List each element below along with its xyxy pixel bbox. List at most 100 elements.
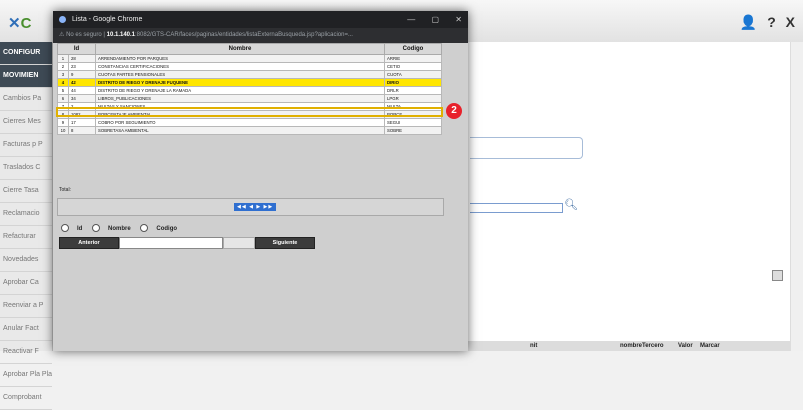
nav-item[interactable]: Cierres Mes (0, 111, 52, 134)
nav-item[interactable]: MOVIMIEN (0, 65, 52, 88)
cell-codigo: SEGUI (384, 118, 442, 127)
maximize-button[interactable]: ▢ (432, 15, 440, 24)
table-row[interactable]: 1 28 ARRENDAMIENTO POR PARQUES ARRIE (57, 54, 442, 63)
cell-nombre: LIBROS_PUBLICACIONES (95, 94, 385, 103)
nav-item[interactable]: Novedades (0, 249, 52, 272)
warning-icon: ⚠ (59, 32, 65, 38)
table-row-selected[interactable]: 4 42 DISTRITO DE RIEGO Y DRENAJE FUQUENE… (57, 78, 442, 87)
scrollbar[interactable] (790, 42, 803, 351)
search-icon[interactable]: 🔍︎ (564, 198, 578, 211)
lookup-table: Id Nombre Codigo 1 28 ARRENDAMIENTO POR … (57, 43, 442, 135)
nav-item[interactable]: CONFIGUR (0, 42, 52, 65)
search-input-secondary[interactable] (223, 237, 255, 249)
cell-nombre: ARRENDAMIENTO POR PARQUES (95, 54, 385, 63)
cell-nombre: SOBRETASA AMBIENTAL (95, 126, 385, 135)
column-header-codigo[interactable]: Codigo (384, 43, 442, 55)
nav-item[interactable]: Reenviar a P (0, 295, 52, 318)
text-area-field[interactable] (470, 137, 583, 159)
lookup-input[interactable] (470, 203, 563, 213)
table-row[interactable]: 9 17 COBRO POR SEGUIMIENTO SEGUI (57, 118, 442, 127)
total-label: Total: (59, 187, 71, 193)
row-number: 7 (57, 102, 69, 111)
search-input[interactable] (119, 237, 223, 249)
cell-codigo: LPGR (384, 94, 442, 103)
column-header-nombre[interactable]: Nombre (95, 43, 385, 55)
cell-id: 28 (68, 54, 96, 63)
results-table-header: nit nombreTercero Valor Marcar (460, 341, 790, 351)
cell-id: 42 (68, 78, 96, 87)
help-icon[interactable]: ? (767, 14, 776, 30)
nav-item[interactable]: Comprobant (0, 387, 52, 410)
table-row[interactable]: 2 23 CONSTANCIAS CERTIFICACIONES CETIO (57, 62, 442, 71)
nav-item[interactable]: Aprobar Pla Plano (0, 364, 52, 387)
window-controls: — ▢ ✕ (393, 11, 462, 28)
cell-id: 23 (68, 62, 96, 71)
cell-id: 9 (68, 70, 96, 79)
cell-nombre: COBRO POR SEGUIMIENTO (95, 118, 385, 127)
cell-id: 34 (68, 94, 96, 103)
cell-codigo: ARRIE (384, 54, 442, 63)
next-button[interactable]: Siguiente (255, 237, 315, 249)
url-host: 10.1.140.1 (106, 32, 136, 38)
row-number: 10 (57, 126, 69, 135)
radio-circle-icon (140, 224, 149, 232)
close-icon[interactable]: X (786, 14, 795, 30)
popup-titlebar[interactable]: Lista - Google Chrome — ▢ ✕ (53, 11, 468, 28)
table-row[interactable]: 5 44 DISTRITO DE RIEGO Y DRENAJE LA RAMA… (57, 86, 442, 95)
nav-item[interactable]: Refacturar (0, 226, 52, 249)
column-header-marcar: Marcar (700, 343, 720, 349)
row-number: 1 (57, 54, 69, 63)
cell-id: 1082 (68, 110, 96, 119)
cell-codigo: DRLR (384, 86, 442, 95)
user-icon[interactable]: 👤 (740, 14, 757, 30)
table-row[interactable]: 3 9 CUOTAS PARTES PENSIONALES CUOTA (57, 70, 442, 79)
nav-item[interactable]: Facturas p P (0, 134, 52, 157)
nav-item[interactable]: Cierre Tasa (0, 180, 52, 203)
row-number: 3 (57, 70, 69, 79)
column-header-valor: Valor (678, 343, 693, 349)
minimize-button[interactable]: — (407, 15, 415, 24)
cell-codigo: DIRIO (384, 78, 442, 87)
row-number: 2 (57, 62, 69, 71)
cell-codigo: MULTA (384, 102, 442, 111)
nav-item[interactable]: Reactivar F (0, 341, 52, 364)
address-bar[interactable]: ⚠ No es seguro | 10.1.140.1:8082/GTS-CAR… (53, 28, 468, 43)
insecure-label: No es seguro (66, 32, 102, 38)
popup-content: Id Nombre Codigo 1 28 ARRENDAMIENTO POR … (53, 43, 468, 351)
app-logo: ✕C (8, 15, 32, 32)
table-row[interactable]: 7 2 MULTAS Y SANCIONES MULTA (57, 102, 442, 111)
header-icons: 👤 ? X (734, 14, 795, 31)
checkbox[interactable] (772, 270, 783, 281)
row-number: 9 (57, 118, 69, 127)
table-row[interactable]: 10 8 SOBRETASA AMBIENTAL SOBRE (57, 126, 442, 135)
radio-circle-icon (92, 224, 101, 232)
radio-id[interactable]: Id (61, 224, 82, 232)
column-header-nombre-tercero: nombreTercero (620, 343, 664, 349)
table-row[interactable]: 6 34 LIBROS_PUBLICACIONES LPGR (57, 94, 442, 103)
cell-id: 17 (68, 118, 96, 127)
cell-nombre: CUOTAS PARTES PENSIONALES (95, 70, 385, 79)
nav-item[interactable]: Traslados C (0, 157, 52, 180)
nav-item[interactable]: Reclamacio (0, 203, 52, 226)
previous-button[interactable]: Anterior (59, 237, 119, 249)
nav-item[interactable]: Anular Fact (0, 318, 52, 341)
cell-nombre: PORCENTAJE AMBIENTAL (95, 110, 385, 119)
pager-navigation[interactable]: ◀◀ ◀ ▶ ▶▶ (234, 203, 277, 211)
main-panel (460, 42, 795, 351)
radio-codigo[interactable]: Codigo (140, 224, 177, 232)
column-header-id[interactable]: Id (57, 43, 96, 55)
cell-id: 8 (68, 126, 96, 135)
nav-item[interactable]: Cambios Pa (0, 88, 52, 111)
nav-item[interactable]: Aprobar Ca (0, 272, 52, 295)
step-badge: 2 (446, 103, 462, 119)
url-path: :8082/GTS-CAR/faces/paginas/entidades/li… (135, 32, 353, 38)
left-nav: CONFIGUR MOVIMIEN Cambios Pa Cierres Mes… (0, 42, 53, 410)
chrome-icon (59, 15, 66, 23)
close-button[interactable]: ✕ (455, 15, 462, 24)
table-row[interactable]: 8 1082 PORCENTAJE AMBIENTAL PORCE (57, 110, 442, 119)
radio-circle-icon (61, 224, 69, 232)
radio-nombre[interactable]: Nombre (92, 224, 131, 232)
row-number: 6 (57, 94, 69, 103)
column-header-nit: nit (530, 343, 538, 349)
pager-bar: ◀◀ ◀ ▶ ▶▶ (57, 198, 444, 216)
